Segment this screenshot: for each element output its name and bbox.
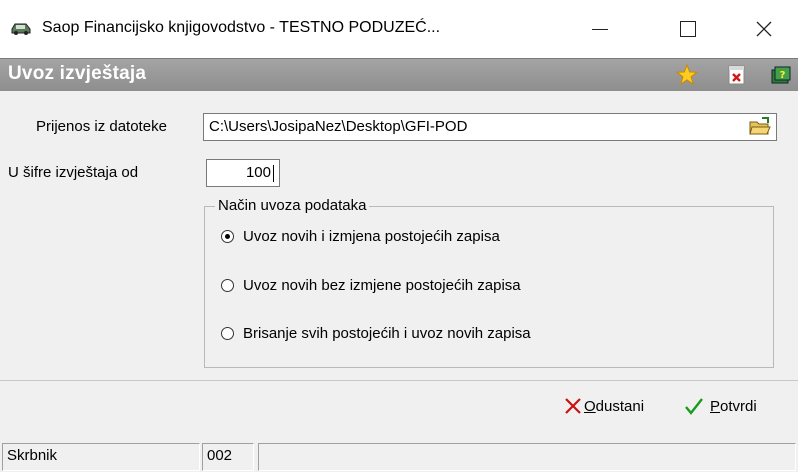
status-extra xyxy=(258,443,796,471)
confirm-hotkey: P xyxy=(710,397,721,415)
cancel-button[interactable]: Odustani xyxy=(564,397,644,415)
file-path-value: C:\Users\JosipaNez\Desktop\GFI-POD xyxy=(209,118,468,135)
minimize-button[interactable] xyxy=(578,12,622,46)
book-help-icon[interactable]: ? xyxy=(770,64,792,86)
checkmark-icon xyxy=(685,398,703,415)
window-title: Saop Financijsko knjigovodstvo - TESTNO … xyxy=(42,19,441,36)
close-button[interactable] xyxy=(742,12,786,46)
minimize-icon xyxy=(592,28,608,30)
form-content: Prijenos iz datoteke C:\Users\JosipaNez\… xyxy=(0,91,798,380)
confirm-button[interactable]: Potvrdi xyxy=(684,397,757,415)
radio-button[interactable] xyxy=(221,279,234,292)
text-caret xyxy=(273,165,274,182)
import-mode-legend: Način uvoza podataka xyxy=(215,197,370,214)
folder-open-icon[interactable] xyxy=(748,116,772,138)
radio-button[interactable] xyxy=(221,327,234,340)
file-label: Prijenos iz datoteke xyxy=(36,118,167,135)
import-mode-group: Način uvoza podataka Uvoz novih i izmjen… xyxy=(204,197,774,368)
maximize-icon xyxy=(680,21,696,37)
form-header: Uvoz izvještaja ? xyxy=(0,58,798,92)
window-titlebar: Saop Financijsko knjigovodstvo - TESTNO … xyxy=(0,0,798,58)
status-user: Skrbnik xyxy=(2,443,200,471)
cancel-label: dustani xyxy=(595,397,645,415)
radio-label: Uvoz novih bez izmjene postojećih zapisa xyxy=(243,277,521,294)
cancel-hotkey: O xyxy=(584,397,596,415)
report-code-field[interactable]: 100 xyxy=(206,159,280,187)
radio-option-no-update[interactable]: Uvoz novih bez izmjene postojećih zapisa xyxy=(221,277,521,294)
car-icon xyxy=(11,23,31,35)
radio-selected-dot xyxy=(225,234,230,239)
report-code-value: 100 xyxy=(245,164,271,181)
svg-text:?: ? xyxy=(780,70,786,81)
radio-label: Uvoz novih i izmjena postojećih zapisa xyxy=(243,228,500,245)
maximize-button[interactable] xyxy=(666,12,710,46)
radio-option-delete-all[interactable]: Brisanje svih postojećih i uvoz novih za… xyxy=(221,325,531,342)
pdf-close-icon[interactable] xyxy=(726,64,748,86)
radio-option-update[interactable]: Uvoz novih i izmjena postojećih zapisa xyxy=(221,228,500,245)
file-path-field[interactable]: C:\Users\JosipaNez\Desktop\GFI-POD xyxy=(203,113,777,141)
dialog-footer: Odustani Potvrdi xyxy=(0,380,798,439)
star-icon[interactable] xyxy=(676,64,698,86)
code-label: U šifre izvještaja od xyxy=(8,164,139,181)
cancel-x-icon xyxy=(565,398,581,414)
radio-button[interactable] xyxy=(221,230,234,243)
status-bar: Skrbnik 002 xyxy=(0,440,798,472)
confirm-label: otvrdi xyxy=(720,397,757,415)
status-code: 002 xyxy=(202,443,254,471)
close-icon xyxy=(756,21,772,37)
form-title: Uvoz izvještaja xyxy=(8,63,147,84)
radio-label: Brisanje svih postojećih i uvoz novih za… xyxy=(243,325,531,342)
